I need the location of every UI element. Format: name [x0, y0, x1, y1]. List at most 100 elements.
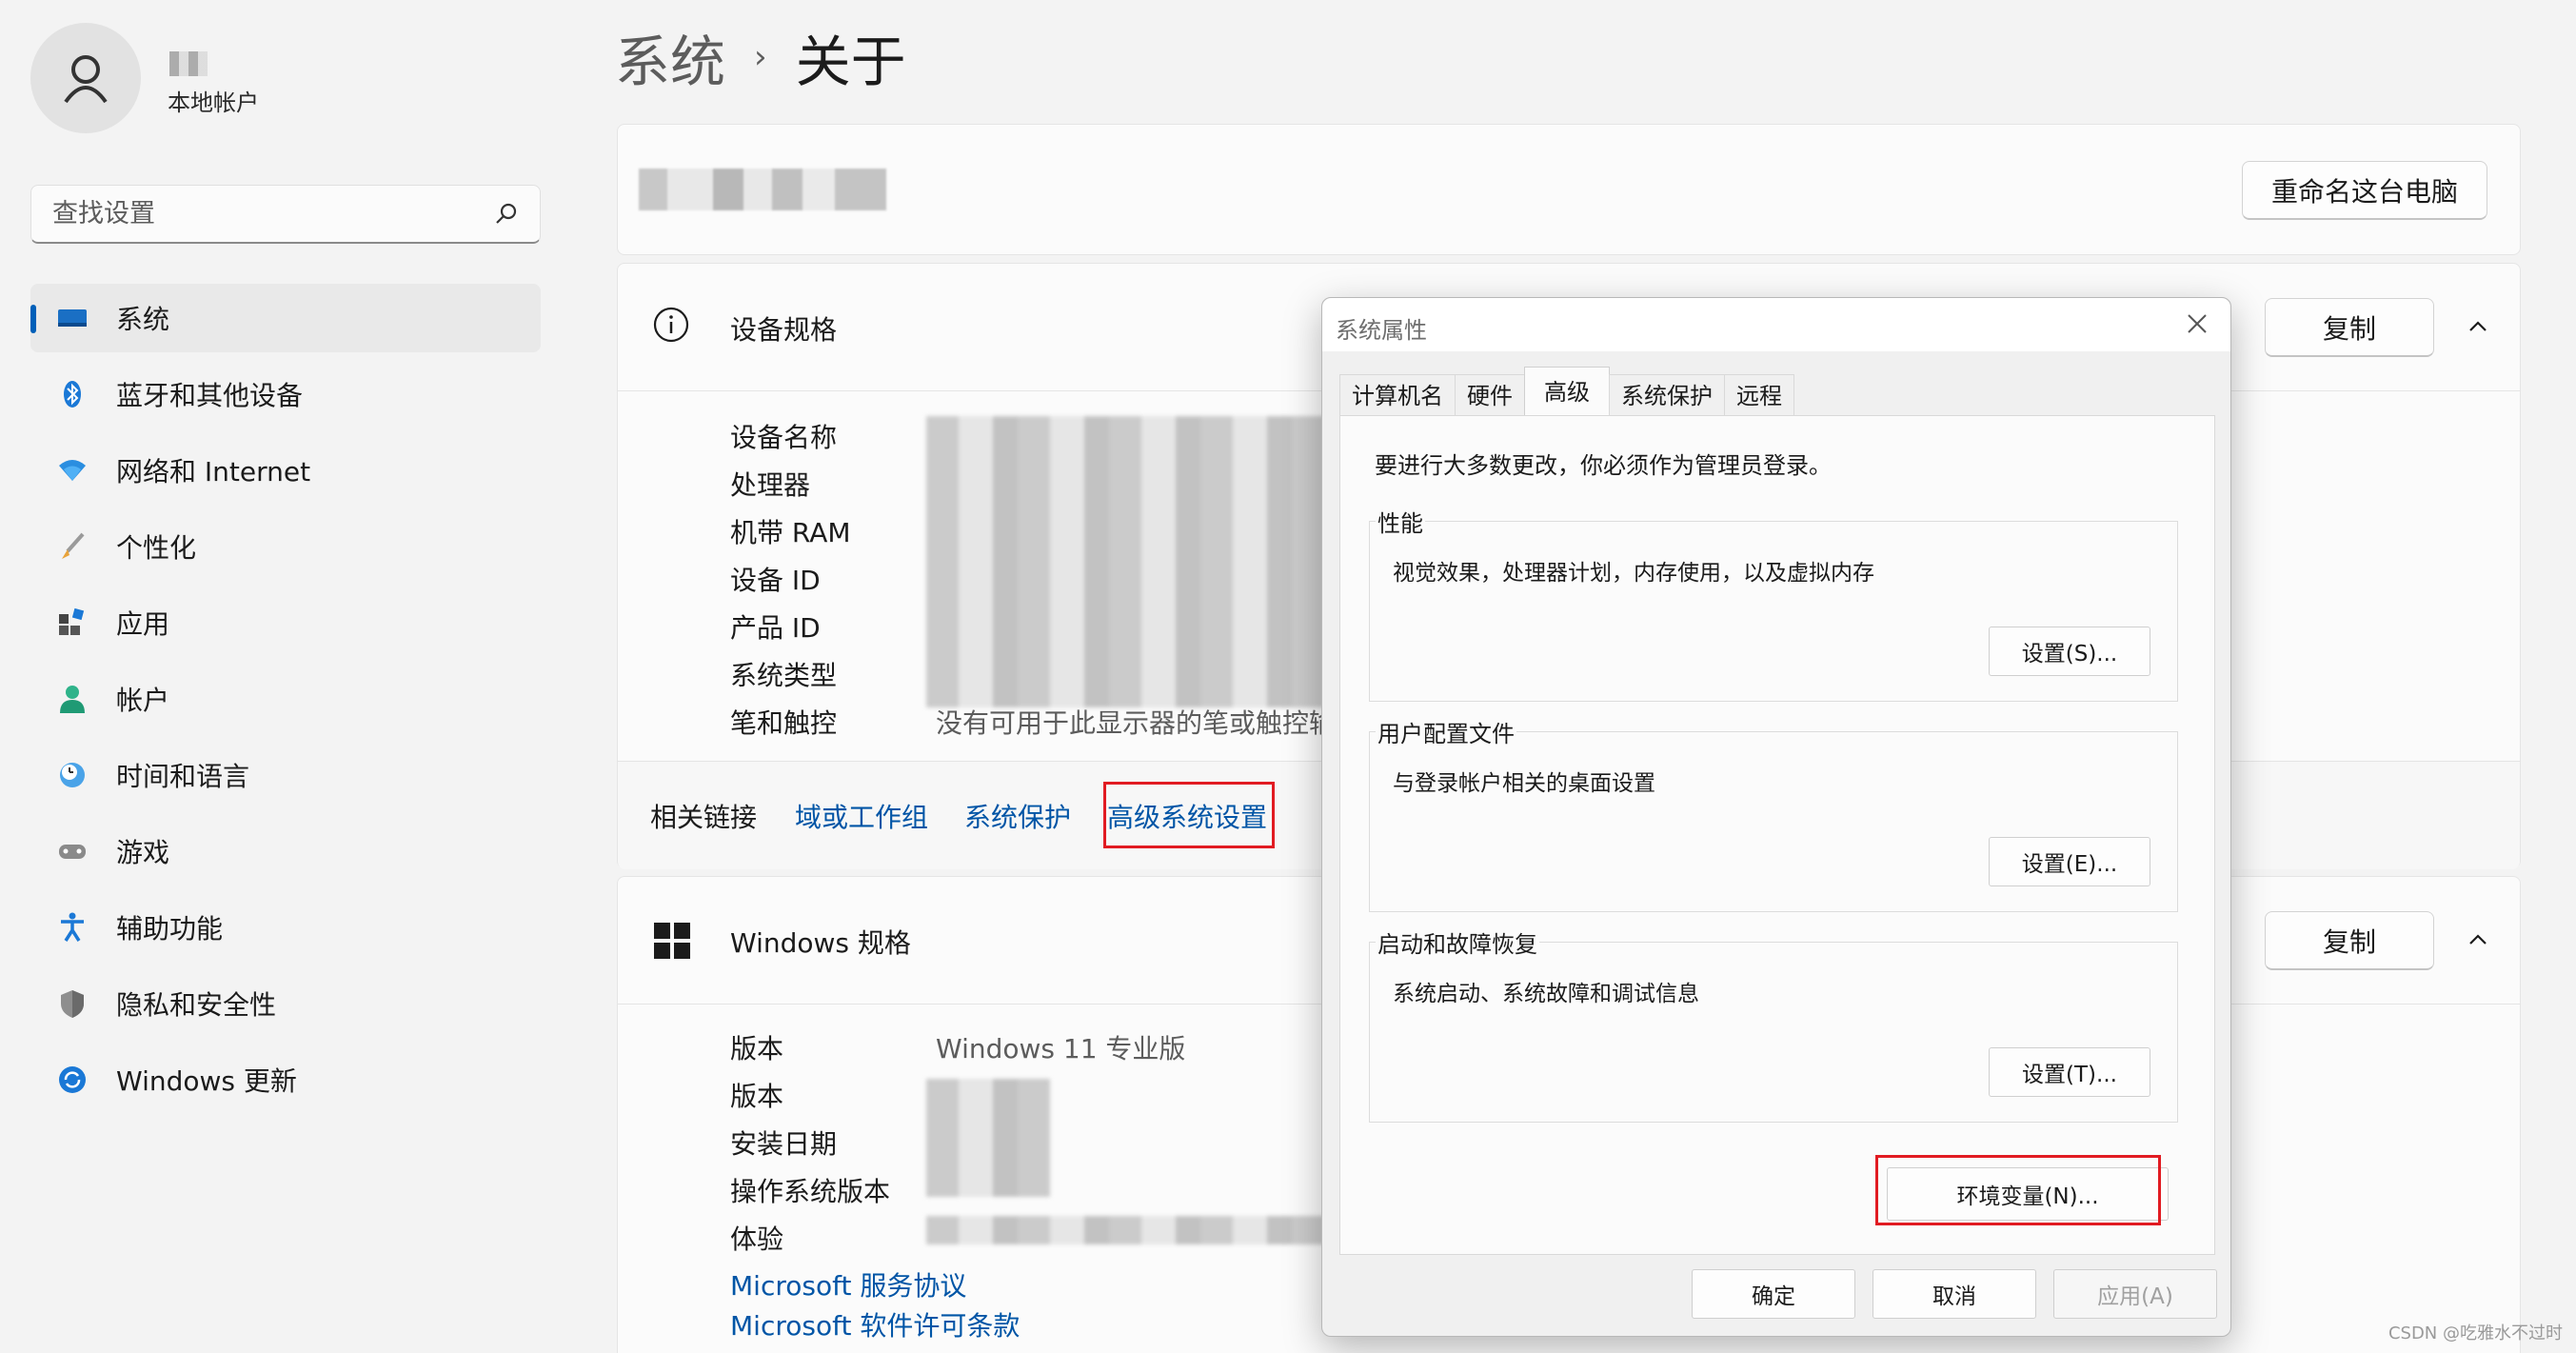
sidebar-item-label: 个性化 [116, 532, 197, 564]
sidebar-item-label: 网络和 Internet [116, 456, 311, 487]
group-desc: 与登录帐户相关的桌面设置 [1393, 771, 1655, 796]
startup-recovery-group: 启动和故障恢复 系统启动、系统故障和调试信息 设置(T)... [1369, 925, 2178, 1123]
breadcrumb-parent[interactable]: 系统 [615, 17, 725, 97]
avatar[interactable] [30, 23, 141, 133]
search-box[interactable] [30, 185, 541, 244]
sidebar-item-bluetooth[interactable]: 蓝牙和其他设备 [30, 360, 541, 428]
globe-clock-icon [53, 756, 91, 794]
sidebar-item-time-language[interactable]: 时间和语言 [30, 741, 541, 809]
tab-system-protection[interactable]: 系统保护 [1609, 374, 1725, 416]
ms-services-agreement-link[interactable]: Microsoft 服务协议 [730, 1265, 966, 1303]
sidebar-item-accounts[interactable]: 帐户 [30, 665, 541, 733]
sidebar-item-system[interactable]: 系统 [30, 284, 541, 352]
spec-label: 设备 ID [730, 565, 821, 596]
spec-label: 设备名称 [730, 422, 838, 453]
windows-specs-title: Windows 规格 [730, 927, 911, 959]
startup-recovery-settings-button[interactable]: 设置(T)... [1989, 1047, 2150, 1097]
cancel-button[interactable]: 取消 [1873, 1269, 2036, 1319]
apps-icon [53, 604, 91, 642]
tab-remote[interactable]: 远程 [1724, 374, 1794, 416]
sidebar-item-label: 辅助功能 [116, 913, 224, 945]
sidebar-item-personalization[interactable]: 个性化 [30, 512, 541, 581]
spec-label: 操作系统版本 [730, 1176, 891, 1207]
spec-label: 系统类型 [730, 660, 838, 691]
spec-label: 处理器 [730, 469, 811, 501]
highlight-env-button [1875, 1155, 2161, 1225]
sidebar-item-label: 隐私和安全性 [116, 989, 277, 1021]
spec-label: 版本 [730, 1081, 784, 1112]
group-title: 启动和故障恢复 [1376, 925, 1539, 959]
windows-specs-redacted [926, 1079, 1050, 1197]
device-specs-title: 设备规格 [730, 314, 838, 346]
sidebar-item-apps[interactable]: 应用 [30, 588, 541, 657]
user-icon [64, 55, 108, 104]
breadcrumb-separator: › [754, 38, 767, 76]
admin-note: 要进行大多数更改，你必须作为管理员登录。 [1375, 452, 1832, 479]
user-profiles-group: 用户配置文件 与登录帐户相关的桌面设置 设置(E)... [1369, 715, 2178, 912]
spec-label: 安装日期 [730, 1128, 838, 1160]
search-icon[interactable] [494, 202, 519, 227]
dialog-title: 系统属性 [1336, 317, 1427, 344]
sidebar-item-network[interactable]: 网络和 Internet [30, 436, 541, 505]
bluetooth-icon [53, 375, 91, 413]
dialog-titlebar[interactable]: 系统属性 [1322, 298, 2230, 351]
sidebar-item-label: 游戏 [116, 837, 170, 868]
ok-button[interactable]: 确定 [1692, 1269, 1855, 1319]
spec-label: 版本 [730, 1033, 784, 1064]
tab-hardware[interactable]: 硬件 [1455, 374, 1525, 416]
sidebar-item-privacy[interactable]: 隐私和安全性 [30, 969, 541, 1038]
wifi-icon [53, 451, 91, 489]
domain-workgroup-link[interactable]: 域或工作组 [795, 797, 928, 835]
sidebar-item-label: 蓝牙和其他设备 [116, 380, 304, 411]
spec-label: 产品 ID [730, 612, 821, 644]
chevron-up-icon[interactable] [2465, 313, 2491, 340]
spec-label: 笔和触控 [730, 707, 838, 739]
page-title: 关于 [795, 30, 906, 94]
user-profiles-settings-button[interactable]: 设置(E)... [1989, 837, 2150, 886]
performance-group: 性能 视觉效果，处理器计划，内存使用，以及虚拟内存 设置(S)... [1369, 505, 2178, 702]
system-protection-link[interactable]: 系统保护 [964, 797, 1071, 835]
dialog-body: 要进行大多数更改，你必须作为管理员登录。 性能 视觉效果，处理器计划，内存使用，… [1339, 415, 2215, 1255]
tab-computer-name[interactable]: 计算机名 [1339, 374, 1456, 416]
info-icon [653, 307, 689, 343]
sidebar-item-label: Windows 更新 [116, 1065, 297, 1097]
account-type: 本地帐户 [168, 90, 259, 116]
sidebar-item-gaming[interactable]: 游戏 [30, 817, 541, 885]
windows-logo-icon [654, 923, 690, 959]
apply-button[interactable]: 应用(A) [2053, 1269, 2217, 1319]
experience-redacted [926, 1216, 1326, 1244]
user-name-redacted [169, 51, 208, 76]
person-icon [53, 680, 91, 718]
search-input[interactable] [52, 199, 494, 229]
spec-value[interactable]: 没有可用于此显示器的笔或触控输 [936, 703, 1336, 741]
copy-device-specs-button[interactable]: 复制 [2265, 298, 2434, 357]
group-desc: 系统启动、系统故障和调试信息 [1393, 982, 1699, 1006]
gamepad-icon [53, 832, 91, 870]
update-icon [53, 1061, 91, 1099]
rename-pc-button[interactable]: 重命名这台电脑 [2242, 161, 2487, 220]
sidebar-item-label: 系统 [116, 304, 170, 335]
ms-license-terms-link[interactable]: Microsoft 软件许可条款 [730, 1305, 1020, 1343]
group-desc: 视觉效果，处理器计划，内存使用，以及虚拟内存 [1393, 561, 1874, 586]
shield-icon [53, 985, 91, 1023]
chevron-up-icon[interactable] [2465, 926, 2491, 953]
copy-windows-specs-button[interactable]: 复制 [2265, 911, 2434, 970]
display-icon [53, 299, 91, 337]
sidebar-item-label: 帐户 [116, 685, 170, 716]
device-specs-redacted [926, 416, 1326, 707]
tab-advanced[interactable]: 高级 [1524, 367, 1610, 416]
sidebar-item-windows-update[interactable]: Windows 更新 [30, 1045, 541, 1114]
pc-name-card: 重命名这台电脑 [617, 124, 2521, 255]
close-icon[interactable] [2185, 311, 2209, 336]
sidebar-nav: 系统 蓝牙和其他设备 网络和 Internet 个性化 应用 帐户 时间和语言 … [30, 284, 541, 1122]
highlight-advanced-settings [1103, 782, 1275, 848]
brush-icon [53, 527, 91, 566]
watermark: CSDN @吃雅水不过时 [2388, 1323, 2563, 1343]
performance-settings-button[interactable]: 设置(S)... [1989, 627, 2150, 676]
accessibility-icon [53, 908, 91, 946]
spec-row: 版本 Windows 11 专业版 [730, 1024, 1185, 1071]
group-title: 性能 [1376, 505, 1425, 538]
system-properties-dialog: 系统属性 计算机名 硬件 高级 系统保护 远程 要进行大多数更改，你必须作为管理… [1321, 297, 2231, 1337]
spec-value[interactable]: Windows 11 专业版 [936, 1028, 1185, 1066]
sidebar-item-accessibility[interactable]: 辅助功能 [30, 893, 541, 962]
